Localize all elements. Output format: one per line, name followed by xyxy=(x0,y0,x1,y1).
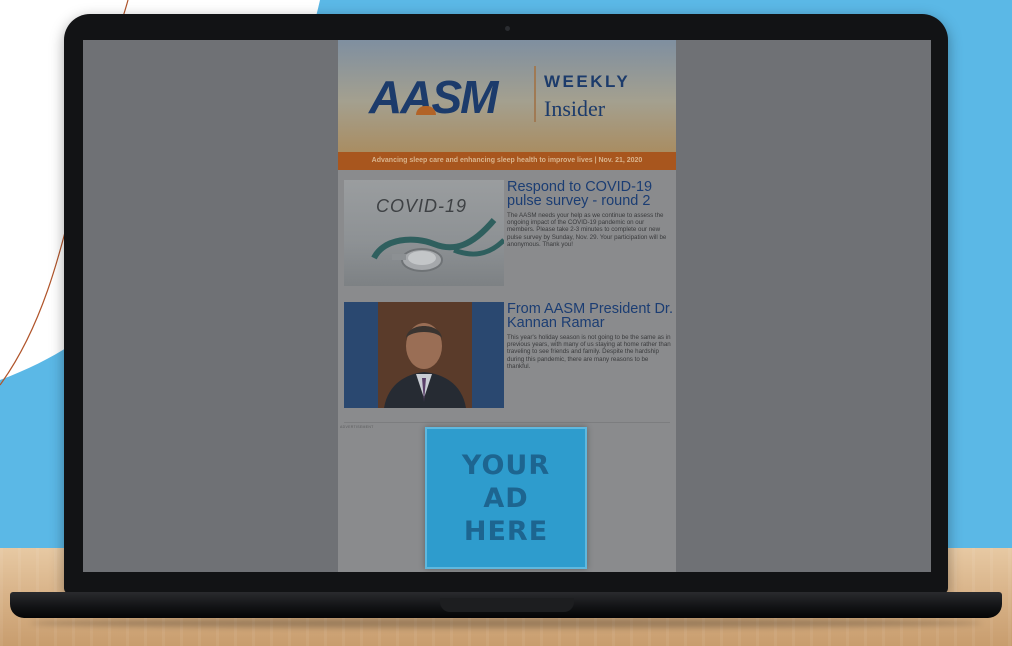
article-title[interactable]: From AASM President Dr. Kannan Ramar xyxy=(507,302,673,331)
covid-image[interactable]: COVID-19 xyxy=(344,180,504,286)
ad-banner[interactable]: YOUR AD HERE xyxy=(425,427,587,569)
aasm-logo[interactable]: AASM xyxy=(369,70,498,124)
ad-line: HERE xyxy=(463,516,549,547)
newsletter-header: AASM WEEKLY Insider xyxy=(338,40,676,152)
brand-weekly: WEEKLY xyxy=(544,72,631,91)
advertisement-label: ADVERTISEMENT xyxy=(340,425,374,429)
ad-line: YOUR xyxy=(461,450,551,481)
newsletter: AASM WEEKLY Insider Advancing sleep care… xyxy=(338,40,676,572)
section-divider xyxy=(344,422,670,423)
ad-line: AD xyxy=(483,483,529,514)
president-photo[interactable] xyxy=(344,302,504,408)
marketing-scene: AASM WEEKLY Insider Advancing sleep care… xyxy=(0,0,1012,646)
laptop-screen: AASM WEEKLY Insider Advancing sleep care… xyxy=(83,40,931,572)
article-body: The AASM needs your help as we continue … xyxy=(507,212,667,248)
tagline-bar: Advancing sleep care and enhancing sleep… xyxy=(338,152,676,170)
article-president[interactable]: From AASM President Dr. Kannan Ramar Thi… xyxy=(344,302,674,410)
article-covid-survey[interactable]: COVID-19 Respond to COVID-19 pulse surve… xyxy=(344,180,674,290)
article-title[interactable]: Respond to COVID-19 pulse survey - round… xyxy=(507,180,673,209)
sun-icon xyxy=(416,106,436,115)
stethoscope-icon xyxy=(371,218,504,272)
brand-insider: Insider xyxy=(544,96,606,121)
article-body: This year's holiday season is not going … xyxy=(507,334,671,370)
trackpad-notch xyxy=(440,598,574,612)
person-icon xyxy=(384,323,466,408)
webcam-icon xyxy=(505,26,510,31)
header-divider xyxy=(534,66,536,122)
